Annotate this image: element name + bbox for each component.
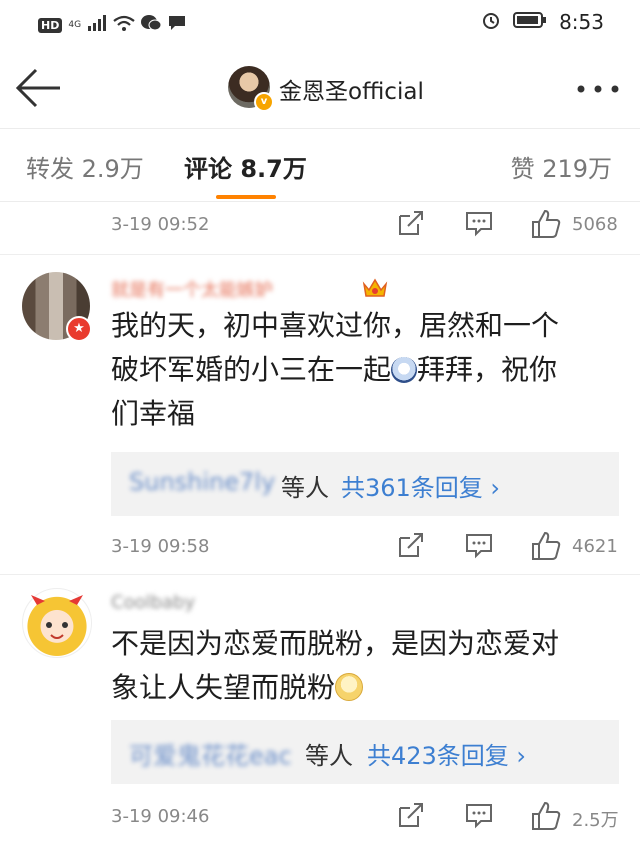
- view-replies-link[interactable]: 共361条回复 ›: [341, 468, 500, 503]
- thumbs-up-icon: [532, 801, 561, 830]
- hd-indicator: HD: [38, 17, 63, 33]
- nav-header: v 金恩圣official: [0, 48, 640, 129]
- arrow-left-icon: [15, 68, 60, 108]
- comment-text: 不是因为恋爱而脱粉，是因为恋爱对 象让人失望而脱粉: [111, 622, 621, 710]
- status-bar: HD 4G 8:53: [0, 0, 640, 48]
- clock: 8:53: [559, 10, 604, 34]
- tab-bar: 转发 2.9万 评论 8.7万 赞 219万: [0, 129, 640, 202]
- thumbs-up-icon: [532, 531, 561, 560]
- reply-etc: 等人: [305, 742, 353, 770]
- tab-repost[interactable]: 转发 2.9万: [26, 149, 144, 184]
- like-button[interactable]: [530, 800, 562, 832]
- comment-actions: 3-19 09:58 4621: [0, 528, 640, 568]
- more-button[interactable]: [576, 70, 620, 100]
- commenter-avatar[interactable]: [22, 588, 92, 658]
- repost-button[interactable]: [396, 530, 426, 560]
- battery-icon: [513, 11, 547, 33]
- share-icon: [399, 533, 423, 557]
- alarm-icon: [481, 10, 501, 34]
- scared-emoji-icon: [391, 357, 418, 383]
- signal-icon: [87, 15, 107, 35]
- view-replies-link[interactable]: 共423条回复 ›: [367, 736, 526, 771]
- comment-line-segment: 象让人失望而脱粉: [111, 671, 336, 704]
- ellipsis-icon: [577, 85, 619, 93]
- tab-active-indicator: [216, 195, 276, 199]
- like-count: 4621: [572, 536, 618, 557]
- like-count: 5068: [572, 214, 618, 235]
- share-icon: [399, 211, 423, 235]
- comment-actions: 3-19 09:46 2.5万: [0, 798, 640, 838]
- comment-date: 3-19 09:46: [111, 806, 210, 827]
- comment-actions: 3-19 09:52 5068: [0, 206, 640, 246]
- page-title[interactable]: 金恩圣official: [279, 72, 424, 106]
- comment-line-segment: 拜拜，祝你: [417, 353, 558, 386]
- comment-line: 我的天，初中喜欢过你，居然和一个: [111, 309, 560, 342]
- comment-date: 3-19 09:58: [111, 536, 210, 557]
- repost-button[interactable]: [396, 208, 426, 238]
- reply-etc: 等人: [281, 474, 329, 502]
- reply-button[interactable]: [464, 208, 494, 238]
- tab-like[interactable]: 赞 219万: [511, 149, 612, 184]
- chat-bubble-icon: [141, 14, 162, 36]
- comment-line-2: 破坏军婚的小三在一起 拜拜，祝你: [111, 348, 621, 392]
- reply-button[interactable]: [464, 530, 494, 560]
- repost-button[interactable]: [396, 800, 426, 830]
- network-label: 4G: [68, 20, 82, 30]
- verified-badge: v: [254, 92, 274, 112]
- comment-icon: [466, 534, 492, 559]
- commenter-avatar[interactable]: ★: [22, 272, 92, 342]
- share-icon: [399, 803, 423, 827]
- comment-line: 们幸福: [111, 397, 196, 430]
- sad-emoji-icon: [335, 673, 364, 701]
- wifi-icon: [113, 15, 135, 35]
- divider: [0, 254, 640, 255]
- comment-icon: [466, 212, 492, 237]
- author-avatar[interactable]: v: [228, 66, 274, 112]
- reply-preview[interactable]: 可爱鬼花花eac 等人 共423条回复 ›: [111, 720, 619, 784]
- reply-button[interactable]: [464, 800, 494, 830]
- divider: [0, 574, 640, 575]
- reply-user: Sunshine7ly: [129, 468, 276, 496]
- comment-icon: [466, 804, 492, 829]
- like-count: 2.5万: [572, 810, 619, 831]
- back-button[interactable]: [14, 66, 66, 110]
- comment-date: 3-19 09:52: [111, 214, 210, 235]
- commenter-name[interactable]: 就是有一个太能嫉妒: [111, 276, 273, 302]
- comment-line-2: 象让人失望而脱粉: [111, 666, 621, 710]
- member-badge: ★: [66, 316, 92, 342]
- reply-preview[interactable]: Sunshine7ly 等人 共361条回复 ›: [111, 452, 619, 516]
- tab-comment[interactable]: 评论 8.7万: [184, 149, 307, 184]
- comment-line-segment: 破坏军婚的小三在一起: [111, 353, 392, 386]
- crown-icon: [362, 276, 388, 298]
- like-button[interactable]: [530, 530, 562, 562]
- message-icon: [167, 14, 187, 36]
- reply-user: 可爱鬼花花eac: [129, 742, 292, 770]
- comment-line: 不是因为恋爱而脱粉，是因为恋爱对: [111, 627, 560, 660]
- thumbs-up-icon: [532, 209, 561, 238]
- cartoon-girl-icon: [31, 595, 83, 639]
- like-button[interactable]: [530, 208, 562, 240]
- commenter-name[interactable]: Coolbaby: [111, 592, 195, 613]
- comment-text: 我的天，初中喜欢过你，居然和一个 破坏军婚的小三在一起 拜拜，祝你 们幸福: [111, 304, 621, 436]
